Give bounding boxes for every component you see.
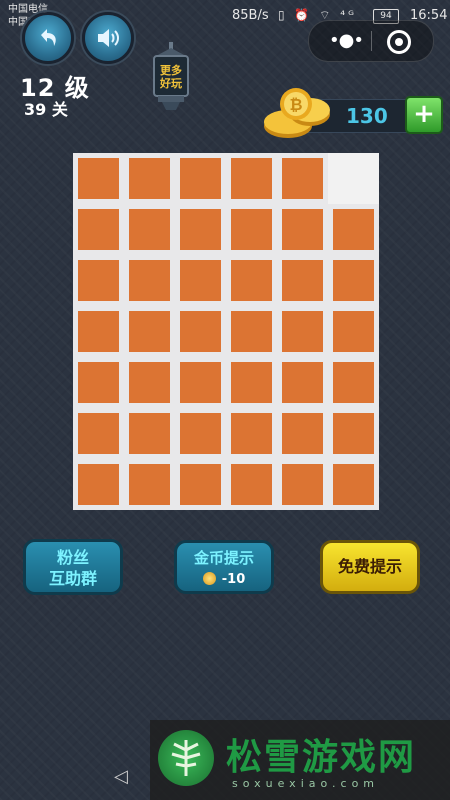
- add-coins-button[interactable]: +: [405, 96, 443, 134]
- path-cell[interactable]: [175, 255, 226, 306]
- path-cell[interactable]: [124, 153, 175, 204]
- path-cell[interactable]: [226, 255, 277, 306]
- path-cell[interactable]: [175, 459, 226, 510]
- path-cell[interactable]: [73, 255, 124, 306]
- capsule-divider: [371, 31, 372, 51]
- path-cell[interactable]: [175, 357, 226, 408]
- coin-hint-button[interactable]: 金币提示 -10: [174, 540, 274, 594]
- path-cell[interactable]: [226, 408, 277, 459]
- free-hint-button[interactable]: 免费提示: [320, 540, 420, 594]
- path-cell[interactable]: [277, 204, 328, 255]
- path-cell[interactable]: [124, 357, 175, 408]
- watermark-url: soxuexiao.com: [232, 777, 380, 790]
- fans-group-button[interactable]: 粉丝 互助群: [23, 539, 123, 595]
- path-cell[interactable]: [175, 408, 226, 459]
- path-cell[interactable]: [226, 153, 277, 204]
- miniprogram-capsule: •●•: [308, 20, 434, 62]
- path-cell[interactable]: [175, 204, 226, 255]
- path-cell[interactable]: [124, 255, 175, 306]
- path-cell[interactable]: [226, 357, 277, 408]
- more-dots-icon[interactable]: •●•: [329, 30, 364, 51]
- path-cell[interactable]: [328, 255, 379, 306]
- path-cell[interactable]: [277, 255, 328, 306]
- path-cell[interactable]: [73, 204, 124, 255]
- path-cell[interactable]: [328, 204, 379, 255]
- watermark-logo: [158, 730, 214, 786]
- triangle-back-icon[interactable]: ◁: [114, 766, 128, 787]
- coin-icon: [202, 572, 216, 585]
- path-cell[interactable]: [175, 153, 226, 204]
- path-cell[interactable]: [277, 408, 328, 459]
- path-cell[interactable]: [124, 204, 175, 255]
- undo-arrow-icon: [41, 29, 56, 46]
- svg-text:₿: ₿: [289, 95, 302, 114]
- watermark-text: 松雪游戏网: [226, 737, 417, 778]
- fans-label-2: 互助群: [48, 569, 97, 588]
- path-cell[interactable]: [328, 459, 379, 510]
- path-cell[interactable]: [124, 306, 175, 357]
- fans-label-1: 粉丝: [56, 548, 89, 567]
- path-cell[interactable]: [124, 459, 175, 510]
- path-cell[interactable]: [226, 459, 277, 510]
- path-cell[interactable]: [277, 153, 328, 204]
- target-ring-icon[interactable]: [387, 30, 411, 54]
- path-cell[interactable]: [73, 306, 124, 357]
- path-cell[interactable]: [277, 306, 328, 357]
- path-cell[interactable]: [73, 459, 124, 510]
- coin-hint-label: 金币提示: [193, 549, 254, 567]
- path-cell[interactable]: [175, 306, 226, 357]
- path-cell[interactable]: [226, 306, 277, 357]
- coin-stack-icon: ₿: [262, 86, 334, 140]
- path-cell[interactable]: [328, 306, 379, 357]
- puzzle-board[interactable]: [73, 153, 379, 510]
- path-cell[interactable]: [277, 357, 328, 408]
- coin-cost-value: -10: [221, 572, 246, 587]
- path-cell[interactable]: [226, 204, 277, 255]
- path-cell[interactable]: [124, 408, 175, 459]
- speaker-icon: [98, 29, 119, 47]
- path-cell[interactable]: [328, 408, 379, 459]
- undo-button[interactable]: [22, 12, 74, 64]
- more-games-lantern[interactable]: 更多好玩: [148, 42, 194, 112]
- coin-hint-cost: -10: [177, 572, 271, 587]
- stage-number: 39 关: [24, 100, 68, 119]
- path-cell[interactable]: [328, 357, 379, 408]
- path-cell[interactable]: [73, 357, 124, 408]
- empty-cell[interactable]: [328, 153, 379, 204]
- plus-icon: +: [413, 99, 435, 129]
- path-cell[interactable]: [73, 153, 124, 204]
- network-speed: 85B/s: [232, 8, 269, 23]
- path-cell[interactable]: [277, 459, 328, 510]
- coin-count: 130: [346, 104, 388, 128]
- sound-button[interactable]: [82, 12, 134, 64]
- lantern-text: 更多好玩: [160, 64, 182, 90]
- path-cell[interactable]: [73, 408, 124, 459]
